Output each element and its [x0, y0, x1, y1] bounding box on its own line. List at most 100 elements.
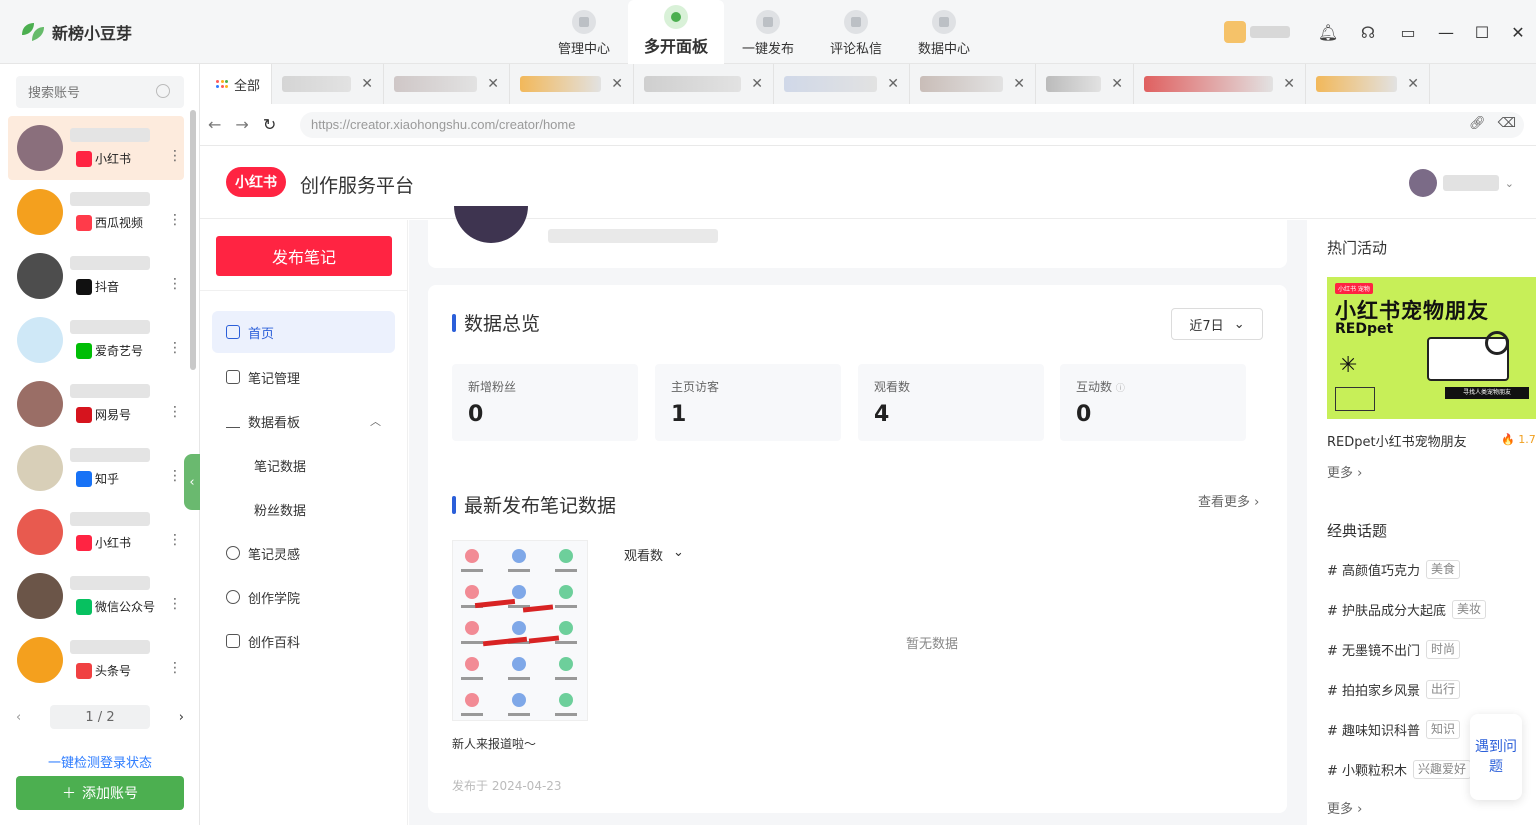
nav-multi-panel[interactable]: 多开面板: [628, 0, 724, 64]
scrollbar[interactable]: [190, 110, 196, 370]
menu-note-data[interactable]: 笔记数据: [212, 444, 395, 486]
account-item[interactable]: 西瓜视频 ⋮: [8, 180, 184, 244]
account-item[interactable]: 小红书 ⋮: [8, 116, 184, 180]
more-options-icon[interactable]: ⋮: [168, 660, 182, 676]
publish-note-button[interactable]: 发布笔记: [216, 236, 392, 276]
topic-tag: 出行: [1426, 679, 1461, 699]
close-button[interactable]: ✕: [1500, 12, 1536, 52]
more-options-icon[interactable]: ⋮: [168, 276, 182, 292]
avatar: [17, 381, 63, 427]
menu-creator-wiki[interactable]: 创作百科: [212, 620, 395, 662]
menu-fan-data[interactable]: 粉丝数据: [212, 488, 395, 530]
more-activities-link[interactable]: 更多 ›: [1327, 462, 1362, 481]
close-tab-icon[interactable]: ✕: [1407, 76, 1419, 92]
topic-item[interactable]: # 小颗粒积木 兴趣爱好: [1327, 758, 1472, 780]
account-tab[interactable]: ✕: [1306, 64, 1430, 104]
more-options-icon[interactable]: ⋮: [168, 596, 182, 612]
account-tab[interactable]: ✕: [1036, 64, 1134, 104]
creator-user-menu[interactable]: ⌄: [1408, 169, 1514, 197]
monitor-icon[interactable]: ▭: [1388, 12, 1428, 52]
close-tab-icon[interactable]: ✕: [611, 76, 623, 92]
menu-creator-academy[interactable]: 创作学院: [212, 576, 395, 618]
platform-badge: 知乎: [76, 470, 119, 487]
nav-comments-messages[interactable]: 评论私信: [812, 0, 900, 64]
planet-icon: [226, 590, 240, 604]
topic-item[interactable]: # 护肤品成分大起底 美妆: [1327, 598, 1487, 620]
back-icon[interactable]: ←: [208, 115, 221, 134]
next-page-icon[interactable]: ›: [179, 710, 184, 725]
close-tab-icon[interactable]: ✕: [1013, 76, 1025, 92]
reload-icon[interactable]: ↻: [263, 115, 276, 134]
message-icon: [844, 10, 868, 34]
topic-item[interactable]: # 高颜值巧克力 美食: [1327, 558, 1461, 580]
more-options-icon[interactable]: ⋮: [168, 148, 182, 164]
note-caption[interactable]: 新人来报道啦～: [452, 735, 536, 752]
menu-home[interactable]: 首页: [212, 311, 395, 353]
account-tab[interactable]: ✕: [384, 64, 510, 104]
collapse-sidebar-handle[interactable]: ‹: [184, 454, 200, 510]
clear-cache-icon[interactable]: ⌫: [1498, 116, 1516, 131]
topic-tag: 时尚: [1426, 639, 1461, 659]
account-item[interactable]: 头条号 ⋮: [8, 628, 184, 692]
nav-one-click-publish[interactable]: 一键发布: [724, 0, 812, 64]
account-tab[interactable]: ✕: [510, 64, 634, 104]
url-field[interactable]: https://creator.xiaohongshu.com/creator/…: [300, 112, 1524, 138]
tab-all[interactable]: 全部: [200, 64, 272, 104]
account-item[interactable]: 微信公众号 ⋮: [8, 564, 184, 628]
close-tab-icon[interactable]: ✕: [361, 76, 373, 92]
more-options-icon[interactable]: ⋮: [168, 404, 182, 420]
period-select[interactable]: 近7日 ⌄: [1171, 308, 1263, 340]
close-tab-icon[interactable]: ✕: [751, 76, 763, 92]
check-login-link[interactable]: 一键检测登录状态: [0, 752, 200, 771]
close-tab-icon[interactable]: ✕: [887, 76, 899, 92]
topic-item[interactable]: # 趣味知识科普 知识: [1327, 718, 1461, 740]
promo-banner[interactable]: 小红书 宠物 小红书宠物朋友 REDpet ✳ 寻找人类宠物朋友: [1327, 277, 1536, 419]
headset-icon[interactable]: ☊: [1348, 12, 1388, 52]
more-options-icon[interactable]: ⋮: [168, 532, 182, 548]
account-tab[interactable]: ✕: [272, 64, 384, 104]
more-options-icon[interactable]: ⋮: [168, 212, 182, 228]
account-item[interactable]: 知乎 ⋮: [8, 436, 184, 500]
menu-note-management[interactable]: 笔记管理: [212, 356, 395, 398]
close-tab-icon[interactable]: ✕: [1111, 76, 1123, 92]
menu-data-board[interactable]: 数据看板 ︿: [212, 400, 395, 442]
nav-manage-center[interactable]: 管理中心: [540, 0, 628, 64]
forward-icon[interactable]: →: [235, 115, 248, 134]
nav-data-center[interactable]: 数据中心: [900, 0, 988, 64]
close-tab-icon[interactable]: ✕: [487, 76, 499, 92]
account-tab[interactable]: ✕: [910, 64, 1036, 104]
info-icon[interactable]: ⓘ: [1116, 384, 1125, 394]
prev-page-icon[interactable]: ‹: [16, 710, 21, 725]
help-button[interactable]: 遇到问题: [1470, 714, 1522, 800]
bell-icon[interactable]: 🔔︎: [1308, 12, 1348, 52]
more-options-icon[interactable]: ⋮: [168, 468, 182, 484]
topic-item[interactable]: # 无墨镜不出门 时尚: [1327, 638, 1461, 660]
current-user[interactable]: [1224, 21, 1290, 43]
add-account-button[interactable]: ＋ 添加账号: [16, 776, 184, 810]
account-item[interactable]: 网易号 ⋮: [8, 372, 184, 436]
account-item[interactable]: 小红书 ⋮: [8, 500, 184, 564]
more-options-icon[interactable]: ⋮: [168, 340, 182, 356]
minimize-button[interactable]: —: [1428, 12, 1464, 52]
account-tab[interactable]: ✕: [634, 64, 774, 104]
sprout-icon: [22, 23, 44, 41]
account-tab[interactable]: ✕: [774, 64, 910, 104]
see-more-link[interactable]: 查看更多 ›: [1198, 491, 1259, 510]
link-icon[interactable]: 🔗︎: [1469, 116, 1486, 131]
account-item[interactable]: 爱奇艺号 ⋮: [8, 308, 184, 372]
xiaohongshu-logo[interactable]: 小红书: [226, 167, 286, 197]
note-thumbnail[interactable]: [452, 540, 588, 721]
account-item[interactable]: 抖音 ⋮: [8, 244, 184, 308]
platform-icon: [76, 278, 92, 295]
search-icon[interactable]: [156, 84, 170, 98]
more-topics-link[interactable]: 更多 ›: [1327, 798, 1362, 817]
menu-note-inspiration[interactable]: 笔记灵感: [212, 532, 395, 574]
metric-select[interactable]: 观看数 ⌄: [624, 545, 684, 564]
close-tab-icon[interactable]: ✕: [1283, 76, 1295, 92]
account-tab[interactable]: ✕: [1134, 64, 1306, 104]
maximize-button[interactable]: ☐: [1464, 12, 1500, 52]
tab-title-blurred: [394, 76, 478, 92]
topic-item[interactable]: # 拍拍家乡风景 出行: [1327, 678, 1461, 700]
promo-caption[interactable]: REDpet小红书宠物朋友: [1327, 431, 1467, 450]
chevron-down-icon: ⌄: [1504, 176, 1514, 190]
